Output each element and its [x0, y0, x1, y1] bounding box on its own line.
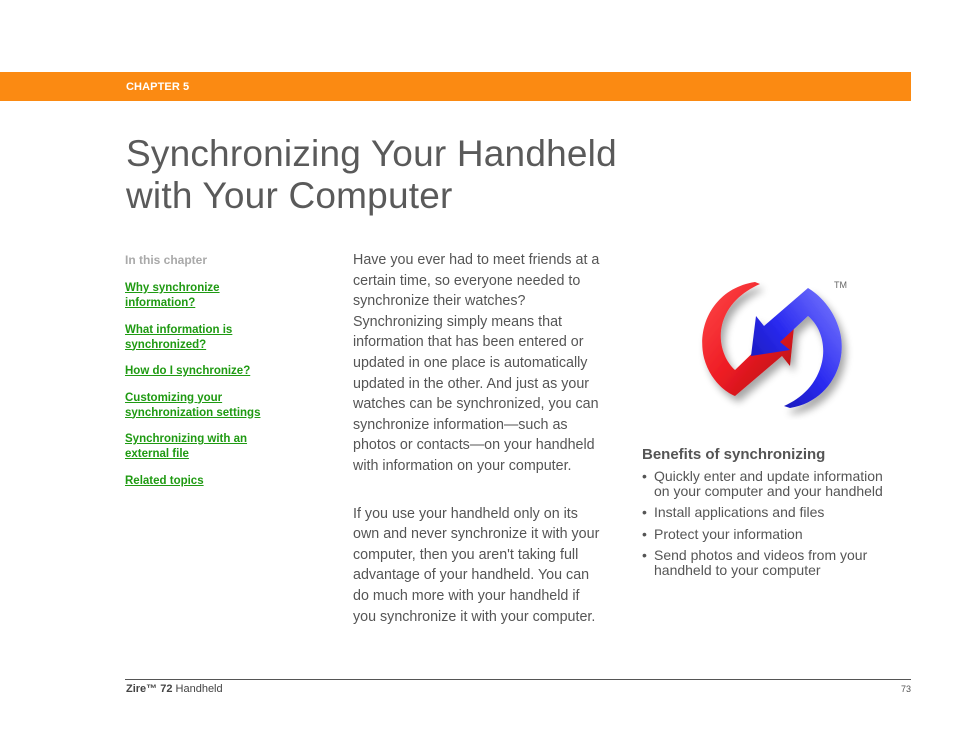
- toc-link-what-is-synchronized[interactable]: What information is synchronized?: [125, 323, 295, 353]
- intro-paragraph: Have you ever had to meet friends at a c…: [353, 252, 600, 474]
- benefits-list: • Quickly enter and update information o…: [642, 469, 922, 577]
- benefits-heading: Benefits of synchronizing: [642, 446, 826, 463]
- benefit-item: • Quickly enter and update information o…: [642, 469, 922, 498]
- chapter-header-bar: CHAPTER 5: [0, 72, 911, 101]
- benefit-text: Protect your information: [654, 525, 803, 542]
- footer-brand: Zire™ 72: [126, 683, 173, 695]
- bullet: •: [642, 504, 647, 520]
- hotsync-icon: [690, 270, 855, 420]
- toc-link-how-do-i-synchronize[interactable]: How do I synchronize?: [125, 364, 295, 379]
- footer-product-name: Zire™ 72 Handheld: [126, 683, 223, 695]
- page-title-line-2: with Your Computer: [126, 175, 453, 216]
- bullet: •: [642, 525, 647, 542]
- second-paragraph: If you use your handheld only on its own…: [353, 505, 600, 625]
- page-title: Synchronizing Your Handheld with Your Co…: [126, 133, 617, 217]
- hotsync-logo-graphic: [702, 282, 842, 408]
- trademark-symbol: TM: [834, 280, 847, 290]
- chapter-contents: In this chapter Why synchronize informat…: [125, 253, 295, 500]
- benefit-text-continued: on your computer and your handheld: [654, 482, 883, 499]
- benefit-item: • Install applications and files: [642, 505, 922, 520]
- toc-heading: In this chapter: [125, 253, 208, 267]
- page-number: 73: [900, 684, 911, 694]
- benefit-text-continued: handheld to your computer: [654, 561, 821, 578]
- benefit-item: • Send photos and videos from your handh…: [642, 548, 922, 577]
- footer-divider: [125, 679, 911, 680]
- toc-link-related-topics[interactable]: Related topics: [125, 474, 295, 489]
- toc-link-customizing-settings[interactable]: Customizing your synchronization setting…: [125, 391, 295, 421]
- toc-link-external-file[interactable]: Synchronizing with an external file: [125, 432, 295, 462]
- page-title-line-1: Synchronizing Your Handheld: [126, 133, 617, 174]
- bullet: •: [642, 468, 647, 484]
- benefit-text: Install applications and files: [654, 504, 825, 520]
- bullet: •: [642, 547, 647, 563]
- chapter-label: CHAPTER 5: [126, 81, 190, 93]
- blue-arrow: [751, 288, 842, 408]
- body-text: Have you ever had to meet friends at a c…: [353, 250, 625, 627]
- benefit-item: • Protect your information: [642, 525, 922, 542]
- toc-link-why-synchronize[interactable]: Why synchronize information?: [125, 281, 295, 311]
- benefits-section: Benefits of synchronizing • Quickly ente…: [642, 445, 922, 584]
- footer-product: Handheld: [172, 683, 223, 695]
